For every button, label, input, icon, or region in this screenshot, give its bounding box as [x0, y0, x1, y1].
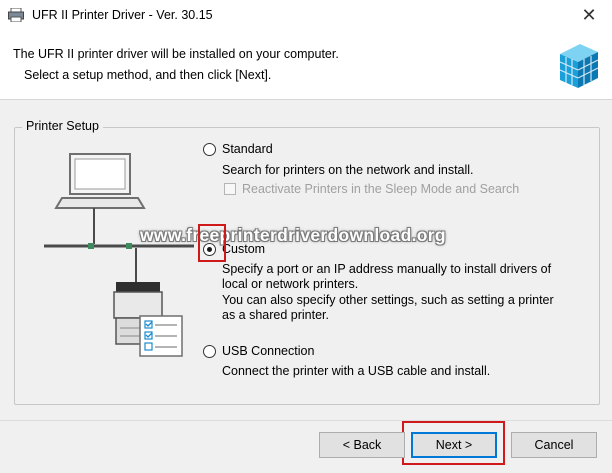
close-icon: ✕ [581, 5, 597, 25]
close-button[interactable]: ✕ [566, 0, 612, 31]
watermark-text: www.freeprinterdriverdownload.org [140, 225, 446, 245]
standard-option-description: Search for printers on the network and i… [222, 163, 474, 177]
custom-option-description-line2: local or network printers. [222, 277, 359, 291]
installer-cube-icon [559, 44, 599, 88]
custom-option-description-line3: You can also specify other settings, suc… [222, 293, 554, 307]
custom-radio-highlight [198, 224, 226, 262]
cancel-button[interactable]: Cancel [511, 432, 597, 458]
network-printer-illustration [44, 153, 194, 357]
usb-connection-option-description: Connect the printer with a USB cable and… [222, 364, 491, 378]
standard-radio[interactable] [203, 143, 216, 156]
header-instruction: The UFR II printer driver will be instal… [13, 47, 339, 61]
usb-connection-radio[interactable] [203, 345, 216, 358]
custom-option-description-line4: as a shared printer. [222, 308, 330, 322]
title-bar: UFR II Printer Driver - Ver. 30.15 ✕ [0, 0, 612, 31]
next-button[interactable]: Next > [411, 432, 497, 458]
standard-option-label[interactable]: Standard [222, 142, 273, 156]
footer-separator [0, 420, 612, 421]
header-subinstruction: Select a setup method, and then click [N… [24, 68, 272, 82]
window-title: UFR II Printer Driver - Ver. 30.15 [32, 8, 213, 22]
printer-setup-label: Printer Setup [22, 119, 103, 133]
back-button[interactable]: < Back [319, 432, 405, 458]
custom-option-description-line1: Specify a port or an IP address manually… [222, 262, 552, 276]
reactivate-printers-checkbox[interactable] [224, 183, 236, 195]
header-panel: The UFR II printer driver will be instal… [0, 31, 612, 100]
usb-connection-option-label[interactable]: USB Connection [222, 344, 314, 358]
printer-icon [8, 8, 24, 22]
reactivate-printers-label: Reactivate Printers in the Sleep Mode an… [242, 182, 520, 196]
